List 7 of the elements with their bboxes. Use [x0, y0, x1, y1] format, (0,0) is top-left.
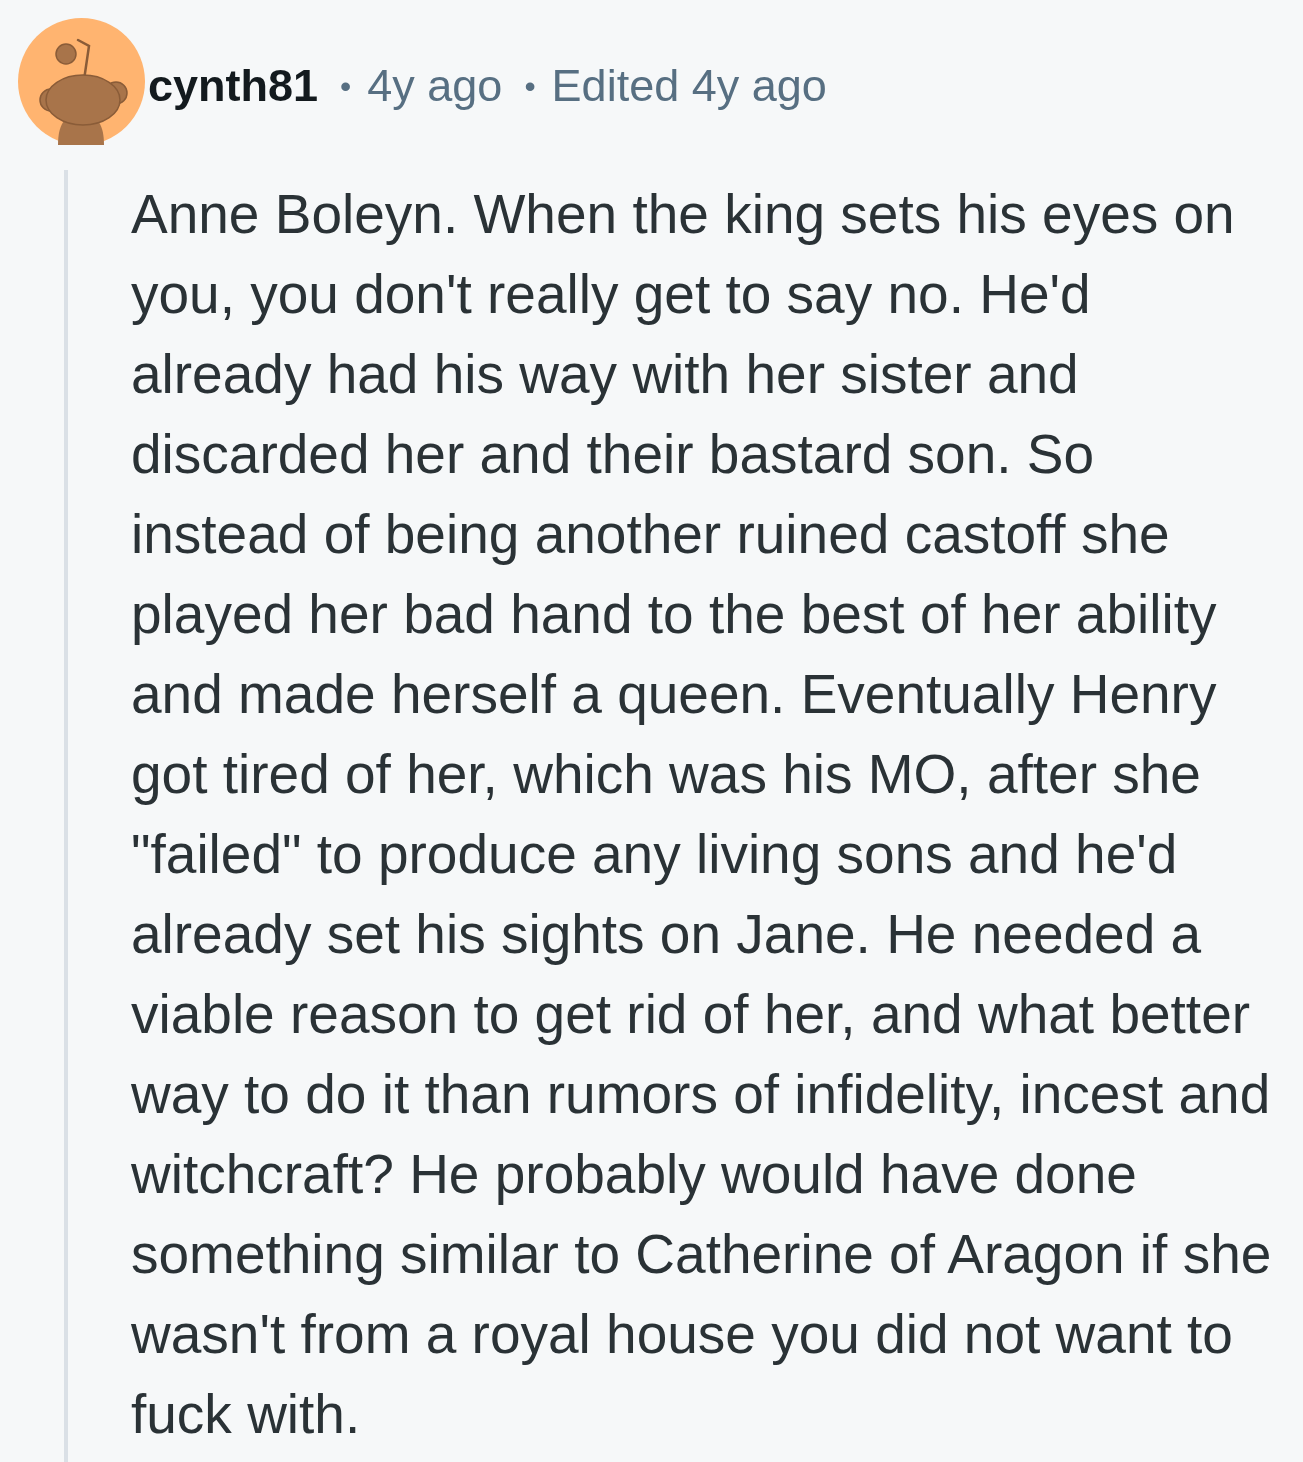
separator-dot: •: [340, 69, 352, 102]
comment-text: Anne Boleyn. When the king sets his eyes on you, you don't really get to say no. He'd already had his way with her sister and discarded her and their bastard son. So instead of being another ruined castoff she played her bad hand to the best of her ability and made herself a queen. Eventually Henry got tired of her, which was his MO, after she "failed" to produce any living sons and he'd already set his sights on Jane. He needed a viable reason to get rid of her, and what better way to do it than rumors of infidelity, incest and witchcraft? He probably would have done something similar to Catherine of Aragon if she wasn't from a royal house you did not want to fuck with.: [131, 182, 1273, 1447]
username-link[interactable]: cynth81: [148, 63, 319, 108]
separator-dot: •: [524, 69, 536, 102]
avatar-icon[interactable]: [18, 18, 145, 145]
timestamp: Edited 4y ago: [551, 63, 827, 108]
timestamp: 4y ago: [367, 63, 503, 108]
